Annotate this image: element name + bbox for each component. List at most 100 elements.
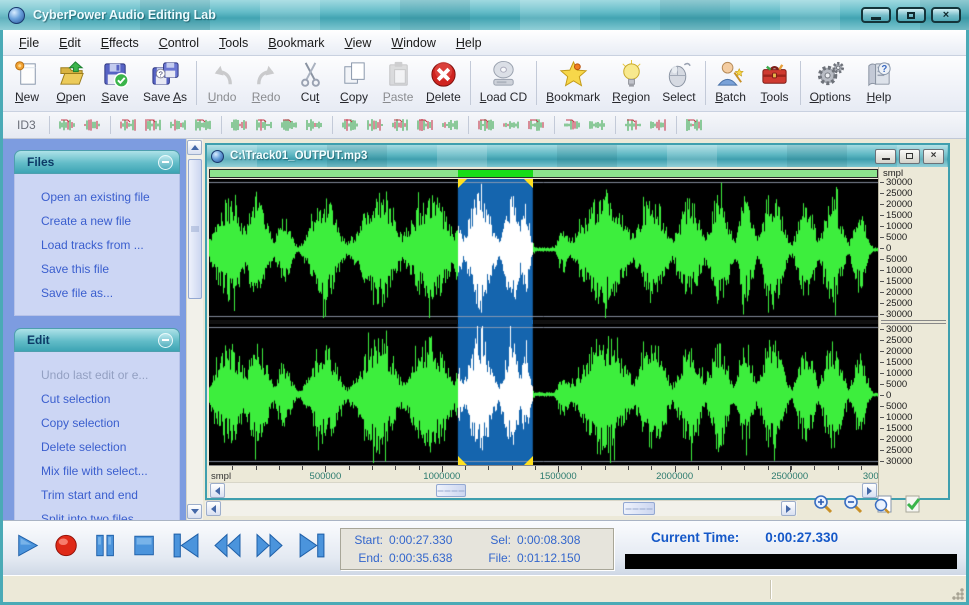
sidebar-item-open-an-existing-file[interactable]: Open an existing file bbox=[41, 185, 175, 209]
selection-marker[interactable] bbox=[458, 179, 467, 188]
help-button[interactable]: ?Help bbox=[857, 57, 901, 106]
scroll-up-button[interactable] bbox=[187, 140, 202, 155]
scroll-thumb[interactable] bbox=[188, 159, 202, 299]
mdi-horizontal-scrollbar[interactable] bbox=[205, 500, 797, 516]
sidebar-item-delete-selection[interactable]: Delete selection bbox=[41, 435, 175, 459]
ring-waves-button[interactable] bbox=[438, 115, 463, 135]
id3-tag-button[interactable]: ID3 bbox=[9, 115, 44, 135]
play-cursor-button[interactable] bbox=[474, 115, 499, 135]
menu-view[interactable]: View bbox=[334, 32, 381, 54]
delete-button[interactable]: Delete bbox=[420, 57, 467, 106]
batch-button[interactable]: Batch bbox=[709, 57, 753, 106]
editor-close-button[interactable]: × bbox=[923, 149, 944, 164]
wave-limit-button[interactable] bbox=[338, 115, 363, 135]
copy-button[interactable]: Copy bbox=[332, 57, 376, 106]
tools-button[interactable]: Tools bbox=[753, 57, 797, 106]
sidebar-item-copy-selection[interactable]: Copy selection bbox=[41, 411, 175, 435]
toolbar-group: Load CD bbox=[474, 57, 533, 106]
sidebar-item-trim-start-and-end[interactable]: Trim start and end bbox=[41, 483, 175, 507]
sidebar-scrollbar[interactable] bbox=[186, 139, 203, 520]
scroll-down-button[interactable] bbox=[187, 504, 202, 519]
load-cd-button[interactable]: Load CD bbox=[474, 57, 533, 106]
collapse-button[interactable] bbox=[158, 155, 173, 170]
wave-updown-button[interactable] bbox=[141, 115, 166, 135]
menu-file[interactable]: File bbox=[9, 32, 49, 54]
channel-convert-button[interactable] bbox=[621, 115, 646, 135]
sidebar-item-save-file-as[interactable]: Save file as... bbox=[41, 281, 175, 305]
selection-length-button[interactable] bbox=[277, 115, 302, 135]
sidebar-item-load-tracks-from[interactable]: Load tracks from ... bbox=[41, 233, 175, 257]
cut-button[interactable]: Cut bbox=[288, 57, 332, 106]
record-button[interactable] bbox=[54, 532, 80, 559]
level-bars-button[interactable] bbox=[413, 115, 438, 135]
minimize-button[interactable] bbox=[861, 7, 891, 23]
wave-doc-button[interactable] bbox=[55, 115, 80, 135]
menu-edit[interactable]: Edit bbox=[49, 32, 91, 54]
editor-minimize-button[interactable] bbox=[875, 149, 896, 164]
zoom-fit-button[interactable] bbox=[871, 492, 895, 516]
sidebar-item-split-into-two-files[interactable]: Split into two files bbox=[41, 507, 175, 520]
wave-center-button[interactable] bbox=[560, 115, 585, 135]
marker-range-button[interactable] bbox=[682, 115, 707, 135]
menu-help[interactable]: Help bbox=[446, 32, 492, 54]
wave-export-button[interactable] bbox=[252, 115, 277, 135]
scroll-left-button[interactable] bbox=[206, 501, 221, 516]
sidebar-item-save-this-file[interactable]: Save this file bbox=[41, 257, 175, 281]
freq-bars-button[interactable] bbox=[302, 115, 327, 135]
scroll-thumb[interactable] bbox=[436, 484, 466, 497]
overview-strip[interactable] bbox=[209, 169, 878, 178]
apply-button[interactable] bbox=[901, 492, 925, 516]
scroll-thumb[interactable] bbox=[623, 502, 655, 515]
skip-end-button[interactable] bbox=[297, 532, 326, 559]
sidebar-item-mix-file-with-select[interactable]: Mix file with select... bbox=[41, 459, 175, 483]
zoom-in-button[interactable] bbox=[811, 492, 835, 516]
new-button[interactable]: New bbox=[5, 57, 49, 106]
collapse-button[interactable] bbox=[158, 333, 173, 348]
zoom-out-button[interactable] bbox=[841, 492, 865, 516]
rewind-button[interactable] bbox=[213, 532, 242, 559]
wave-markers-button[interactable] bbox=[116, 115, 141, 135]
scroll-right-button[interactable] bbox=[781, 501, 796, 516]
play-button[interactable] bbox=[15, 532, 41, 559]
wave-stamp-button[interactable] bbox=[499, 115, 524, 135]
save-button[interactable]: Save bbox=[93, 57, 137, 106]
options-button[interactable]: Options bbox=[804, 57, 857, 106]
waveform-channel-right[interactable] bbox=[209, 324, 878, 465]
menu-bookmark[interactable]: Bookmark bbox=[258, 32, 334, 54]
sidebar-item-cut-selection[interactable]: Cut selection bbox=[41, 387, 175, 411]
skip-start-button[interactable] bbox=[171, 532, 200, 559]
open-button[interactable]: Open bbox=[49, 57, 93, 106]
scroll-left-button[interactable] bbox=[210, 483, 225, 498]
wave-accent-button[interactable] bbox=[227, 115, 252, 135]
menu-tools[interactable]: Tools bbox=[209, 32, 258, 54]
wave-shrink-button[interactable] bbox=[524, 115, 549, 135]
selection-marker[interactable] bbox=[524, 179, 533, 188]
save-as-button[interactable]: ?Save As bbox=[137, 57, 193, 106]
wave-align-button[interactable] bbox=[191, 115, 216, 135]
maximize-button[interactable] bbox=[896, 7, 926, 23]
bookmark-button[interactable]: Bookmark bbox=[540, 57, 606, 106]
menu-control[interactable]: Control bbox=[149, 32, 209, 54]
wave-insert-button[interactable] bbox=[166, 115, 191, 135]
editor-maximize-button[interactable] bbox=[899, 149, 920, 164]
transport-bar: Start: 0:00:27.330 Sel: 0:00:08.308 End:… bbox=[3, 520, 966, 575]
pause-button[interactable] bbox=[93, 532, 119, 559]
menu-effects[interactable]: Effects bbox=[91, 32, 149, 54]
fast-forward-button[interactable] bbox=[255, 532, 284, 559]
waveform-channel-left[interactable] bbox=[209, 179, 878, 320]
editor-horizontal-scrollbar[interactable] bbox=[209, 482, 878, 498]
sidebar-item-create-a-new-file[interactable]: Create a new file bbox=[41, 209, 175, 233]
resize-grip[interactable] bbox=[951, 587, 964, 600]
wave-underline-button[interactable] bbox=[388, 115, 413, 135]
close-button[interactable]: × bbox=[931, 7, 961, 23]
wave-restore-button[interactable] bbox=[80, 115, 105, 135]
menu-window[interactable]: Window bbox=[381, 32, 445, 54]
selection-marker[interactable] bbox=[524, 456, 533, 465]
wave-cursor-button[interactable] bbox=[363, 115, 388, 135]
stop-button[interactable] bbox=[132, 532, 158, 559]
channel-split-button[interactable] bbox=[646, 115, 671, 135]
wave-expand-button[interactable] bbox=[585, 115, 610, 135]
selection-marker[interactable] bbox=[458, 456, 467, 465]
region-button[interactable]: Region bbox=[606, 57, 656, 106]
select-button[interactable]: Select bbox=[656, 57, 701, 106]
